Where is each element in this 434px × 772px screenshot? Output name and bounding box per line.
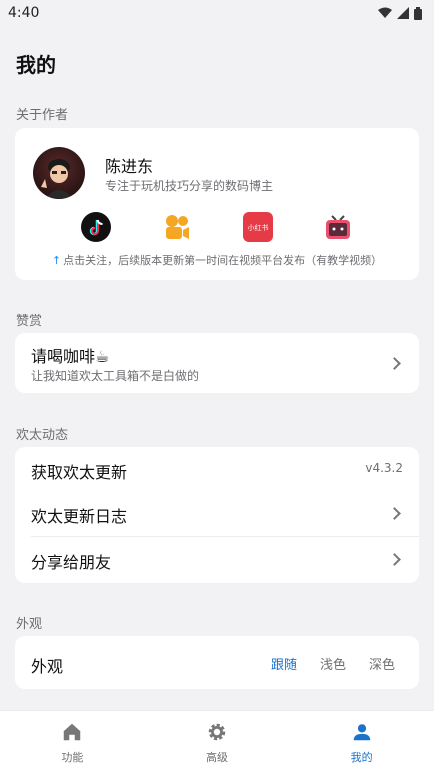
share-label: 分享给朋友 [31, 553, 112, 572]
section-reward-label: 赞赏 [16, 314, 43, 329]
chevron-right-icon [388, 553, 401, 566]
douyin-icon[interactable] [81, 212, 111, 242]
author-name: 陈进东 [105, 157, 154, 176]
nav-label-features: 功能 [61, 751, 84, 764]
nav-label-advanced: 高级 [205, 751, 228, 764]
up-arrow-icon: ↑ [51, 254, 62, 267]
nav-item-advanced[interactable]: 高级 [162, 711, 272, 772]
person-icon [353, 724, 370, 741]
reward-card[interactable]: 请喝咖啡☕ 让我知道欢太工具箱不是白做的 [15, 333, 419, 393]
status-icons [378, 6, 422, 20]
appearance-label: 外观 [31, 657, 64, 676]
appearance-option-dark[interactable]: 深色 [369, 654, 395, 673]
gear-icon [208, 723, 226, 741]
home-icon [64, 723, 81, 741]
changelog-label: 欢太更新日志 [31, 507, 128, 526]
get-update-label: 获取欢太更新 [31, 463, 128, 482]
chevron-right-icon [388, 507, 401, 520]
battery-icon [414, 6, 422, 20]
follow-note-text: 点击关注，后续版本更新第一时间在视频平台发布（有教学视频） [63, 254, 383, 267]
signal-icon [397, 7, 409, 19]
appearance-option-follow[interactable]: 跟随 [271, 654, 297, 673]
nav-label-mine: 我的 [350, 751, 373, 764]
appearance-card: 外观 跟随 浅色 深色 [15, 636, 419, 689]
author-card: 陈进东 专注于玩机技巧分享的数码博主 小红书 ↑ 点击关注，后续版本更新第一时间在… [15, 128, 419, 280]
bilibili-icon[interactable] [323, 212, 353, 242]
wifi-icon [378, 7, 392, 18]
appearance-option-light[interactable]: 浅色 [320, 654, 346, 673]
nav-item-features[interactable]: 功能 [17, 711, 127, 772]
follow-note: ↑ 点击关注，后续版本更新第一时间在视频平台发布（有教学视频） [15, 252, 419, 268]
author-avatar [33, 147, 85, 199]
updates-card: 获取欢太更新 v4.3.2 欢太更新日志 分享给朋友 [15, 447, 419, 583]
reward-subtitle: 让我知道欢太工具箱不是白做的 [31, 369, 200, 383]
share-row[interactable]: 分享给朋友 [15, 537, 419, 583]
section-updates-label: 欢太动态 [16, 428, 69, 443]
xiaohongshu-text: 小红书 [248, 223, 269, 232]
chevron-right-icon [388, 357, 401, 370]
kuaishou-icon[interactable] [162, 212, 192, 242]
status-time: 4:40 [8, 5, 40, 21]
version-label: v4.3.2 [365, 461, 403, 475]
author-description: 专注于玩机技巧分享的数码博主 [105, 179, 274, 193]
page-title: 我的 [16, 53, 56, 77]
social-links: 小红书 [15, 212, 419, 244]
nav-item-mine[interactable]: 我的 [307, 711, 417, 772]
bottom-nav: 功能 高级 我的 [0, 710, 434, 772]
changelog-row[interactable]: 欢太更新日志 [15, 491, 419, 536]
appearance-options: 跟随 浅色 深色 [271, 654, 395, 673]
get-update-row[interactable]: 获取欢太更新 v4.3.2 [15, 447, 419, 491]
reward-title: 请喝咖啡☕ [31, 347, 110, 366]
section-appearance-label: 外观 [16, 617, 43, 632]
xiaohongshu-icon[interactable]: 小红书 [243, 212, 273, 242]
section-about-label: 关于作者 [16, 108, 69, 123]
status-bar: 4:40 [0, 0, 434, 26]
